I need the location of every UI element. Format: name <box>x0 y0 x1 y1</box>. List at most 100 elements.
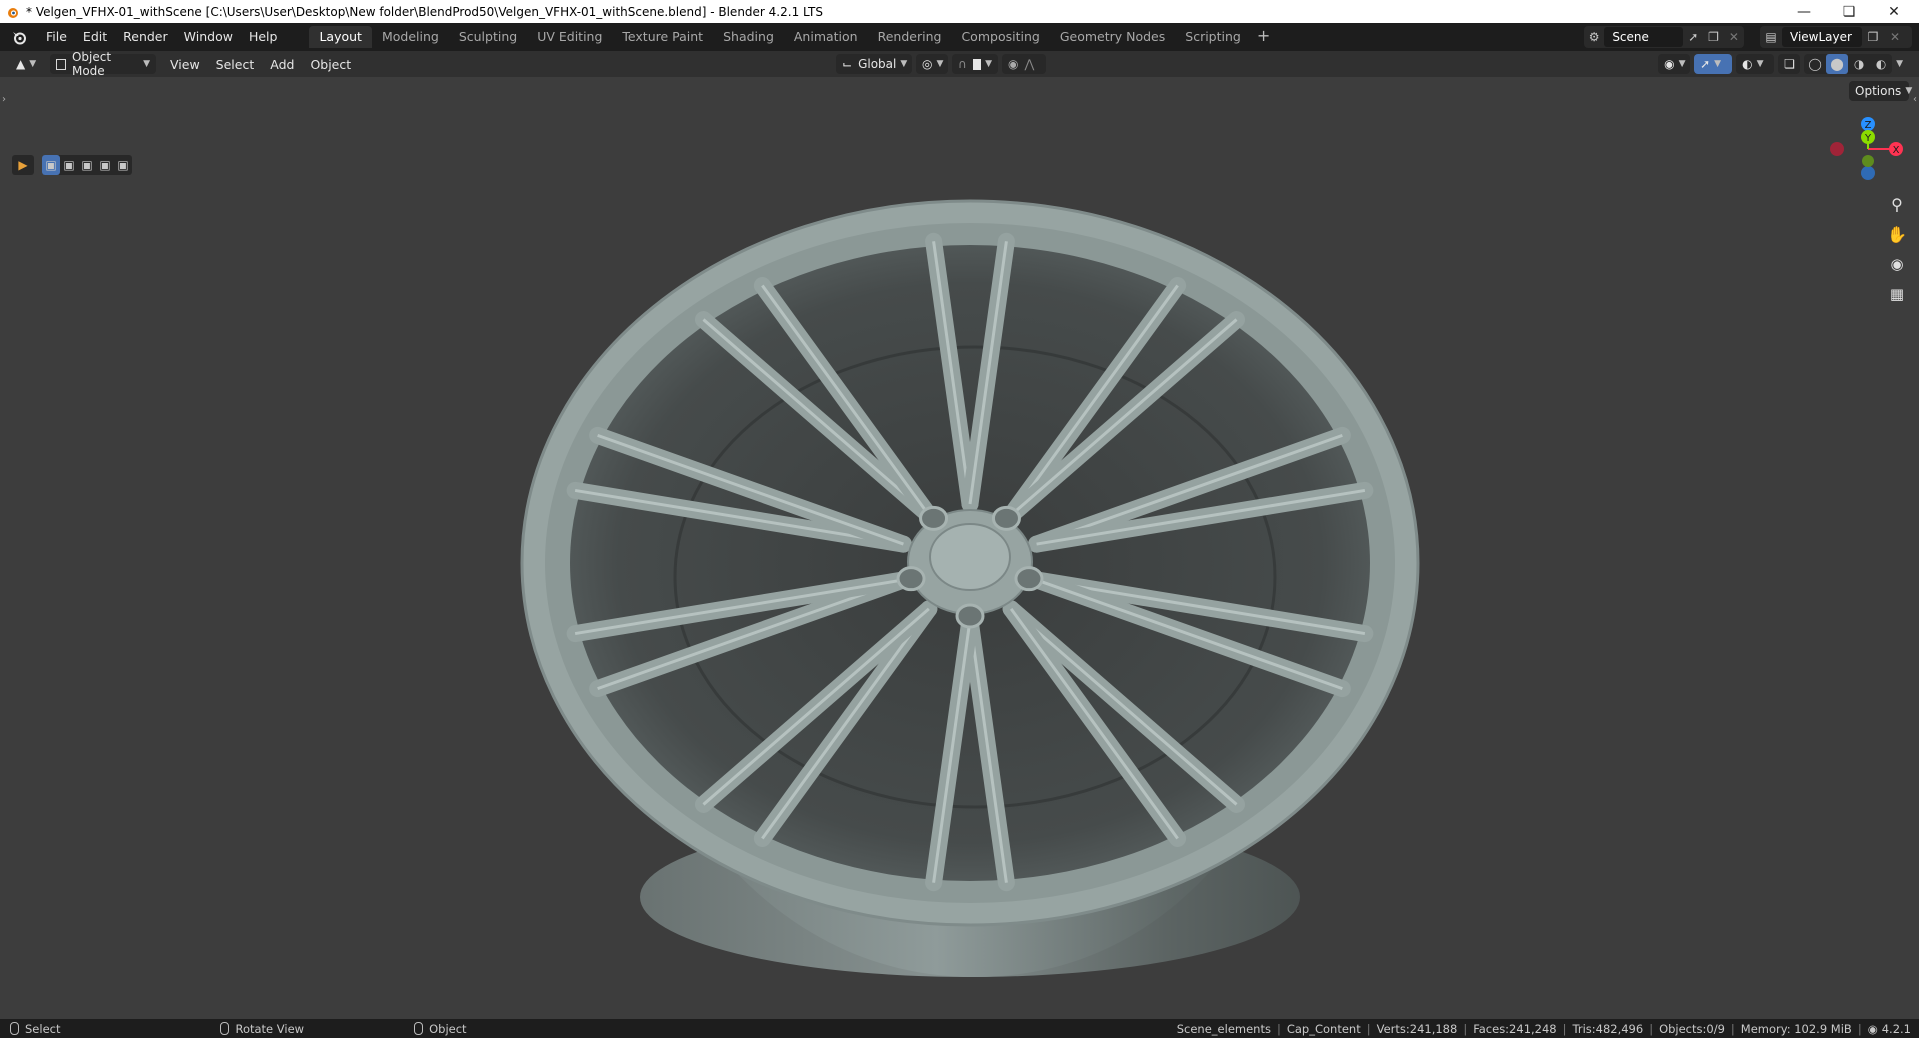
proportional-edit-icon: ◉ <box>1008 57 1019 71</box>
visibility-dropdown[interactable]: ◉ ▼ <box>1658 54 1691 74</box>
scene-name-field[interactable]: Scene <box>1604 27 1684 47</box>
tab-rendering[interactable]: Rendering <box>868 26 952 48</box>
menu-view[interactable]: View <box>162 57 208 72</box>
snap-toggle[interactable]: ∩ ▼ <box>952 54 998 74</box>
overlays-toggle[interactable]: ◐ ▼ <box>1736 54 1775 74</box>
mode-dropdown[interactable]: Object Mode ▼ <box>50 50 156 78</box>
window-title: * Velgen_VFHX-01_withScene [C:\Users\Use… <box>26 4 823 19</box>
transform-orientation-dropdown[interactable]: ⌙ Global ▼ <box>836 54 912 74</box>
navigation-gizmo[interactable]: X Y Z <box>1826 115 1906 195</box>
neg-x-axis-handle[interactable] <box>1830 142 1844 156</box>
tab-compositing[interactable]: Compositing <box>951 26 1049 48</box>
select-subtract-icon[interactable]: ▣ <box>78 155 96 175</box>
material-preview-icon[interactable]: ◑ <box>1848 54 1870 74</box>
chevron-down-icon: ▼ <box>29 59 37 69</box>
chevron-down-icon: ▼ <box>1714 59 1722 69</box>
new-scene-icon[interactable]: ❐ <box>1703 27 1723 47</box>
shading-options-chevron-icon[interactable]: ▼ <box>1896 59 1903 69</box>
menu-add[interactable]: Add <box>262 57 302 72</box>
proportional-editing-toggle[interactable]: ◉ ⋀ <box>1002 54 1046 74</box>
chevron-down-icon: ▼ <box>1678 59 1686 69</box>
minimize-button[interactable]: — <box>1781 0 1827 23</box>
select-extend-icon[interactable]: ▣ <box>60 155 78 175</box>
pivot-point-dropdown[interactable]: ◎ ▼ <box>916 54 948 74</box>
viewport-display-controls: ◉ ▼ ➚ ▼ ◐ ▼ ❏ ◯ ⬤ ◑ ◐ ▼ <box>1658 54 1903 74</box>
stat-active-object: Cap_Content <box>1286 1021 1361 1036</box>
snap-increment-icon <box>972 58 982 70</box>
stat-objects: Objects:0/9 <box>1659 1021 1725 1036</box>
tab-modeling[interactable]: Modeling <box>372 26 449 48</box>
solid-shading-icon[interactable]: ⬤ <box>1826 54 1849 74</box>
neg-z-axis-handle[interactable] <box>1861 166 1875 180</box>
tab-geometry-nodes[interactable]: Geometry Nodes <box>1050 26 1175 48</box>
lug-hole <box>919 505 949 531</box>
view-layer-selector: ▤ ViewLayer ❐ ✕ <box>1760 26 1912 48</box>
delete-scene-icon[interactable]: ✕ <box>1724 27 1744 47</box>
blender-logo-icon[interactable] <box>10 28 28 46</box>
camera-view-button[interactable]: ◉ <box>1884 251 1910 277</box>
close-button[interactable]: ✕ <box>1871 0 1917 23</box>
restore-button[interactable]: ❏ <box>1826 0 1872 23</box>
chevron-down-icon: ▼ <box>985 59 992 69</box>
sidebar-toggle-chevron-icon[interactable]: ‹ <box>1913 94 1917 105</box>
snap-magnet-icon: ∩ <box>958 57 967 71</box>
select-new-icon[interactable]: ▣ <box>42 155 60 175</box>
transform-controls: ⌙ Global ▼ ◎ ▼ ∩ ▼ ◉ ⋀ <box>836 54 1046 74</box>
gizmo-toggle[interactable]: ➚ ▼ <box>1694 54 1733 74</box>
top-menu-bar: File Edit Render Window Help Layout Mode… <box>0 23 1919 51</box>
camera-icon: ◉ <box>1890 255 1904 273</box>
hint-object: Object <box>414 1022 467 1036</box>
xray-toggle[interactable]: ❏ <box>1778 54 1801 74</box>
menu-window[interactable]: Window <box>176 26 241 48</box>
menu-edit[interactable]: Edit <box>75 26 115 48</box>
ortho-toggle-button[interactable]: ▦ <box>1884 281 1910 307</box>
wireframe-shading-icon[interactable]: ◯ <box>1804 54 1826 74</box>
scene-browse-icon[interactable]: ⚙ <box>1584 27 1604 47</box>
mode-label: Object Mode <box>71 50 112 78</box>
tab-animation[interactable]: Animation <box>784 26 868 48</box>
stat-faces: Faces:241,248 <box>1473 1021 1557 1036</box>
tab-shading[interactable]: Shading <box>713 26 784 48</box>
restore-icon: ❏ <box>1842 3 1856 20</box>
tab-sculpting[interactable]: Sculpting <box>449 26 527 48</box>
ortho-grid-icon: ▦ <box>1889 285 1905 303</box>
select-tool-icon[interactable]: ▶ <box>12 155 34 175</box>
view-layer-name-field[interactable]: ViewLayer <box>1782 27 1862 47</box>
wheel-rim-model[interactable] <box>0 77 1919 1019</box>
select-invert-icon[interactable]: ▣ <box>96 155 114 175</box>
pin-icon[interactable]: ➚ <box>1683 27 1703 47</box>
view-layer-browse-icon[interactable]: ▤ <box>1760 27 1782 47</box>
close-icon: ✕ <box>1888 3 1900 20</box>
options-dropdown[interactable]: Options ▼ <box>1849 81 1912 101</box>
menu-object[interactable]: Object <box>302 57 359 72</box>
tab-layout[interactable]: Layout <box>309 26 372 48</box>
tab-texture-paint[interactable]: Texture Paint <box>612 26 713 48</box>
delete-view-layer-icon[interactable]: ✕ <box>1884 27 1906 47</box>
stat-tris: Tris:482,496 <box>1572 1021 1644 1036</box>
lug-hole <box>896 566 926 592</box>
tab-scripting[interactable]: Scripting <box>1175 26 1251 48</box>
overlays-icon: ◐ <box>1742 57 1753 71</box>
editor-type-dropdown[interactable]: ▲ ▼ <box>10 54 42 74</box>
orientation-label: Global <box>858 57 897 71</box>
menu-help[interactable]: Help <box>241 26 286 48</box>
tab-uv-editing[interactable]: UV Editing <box>527 26 612 48</box>
stat-collection: Scene_elements <box>1176 1021 1271 1036</box>
y-axis-label: Y <box>1864 133 1872 144</box>
zoom-button[interactable]: ⚲ <box>1884 191 1910 217</box>
neg-y-axis-handle[interactable] <box>1862 155 1874 167</box>
menu-file[interactable]: File <box>38 26 75 48</box>
add-workspace-button[interactable]: + <box>1251 26 1276 48</box>
new-view-layer-icon[interactable]: ❐ <box>1862 27 1884 47</box>
status-hints: Select Rotate View Object <box>0 1022 467 1036</box>
falloff-icon: ⋀ <box>1024 57 1035 71</box>
menu-select[interactable]: Select <box>208 57 263 72</box>
minimize-icon: — <box>1797 3 1811 20</box>
selection-mode-group: ▣ ▣ ▣ ▣ ▣ <box>42 155 132 175</box>
select-intersect-icon[interactable]: ▣ <box>114 155 132 175</box>
rendered-shading-icon[interactable]: ◐ <box>1870 54 1892 74</box>
pan-button[interactable]: ✋ <box>1884 221 1910 247</box>
menu-render[interactable]: Render <box>115 26 176 48</box>
3d-viewport[interactable]: ▶ ▣ ▣ ▣ ▣ ▣ Options ▼ › ‹ X Y Z ⚲ ✋ ◉ ▦ <box>0 77 1919 1019</box>
toolbar-toggle-chevron-icon[interactable]: › <box>2 94 6 105</box>
